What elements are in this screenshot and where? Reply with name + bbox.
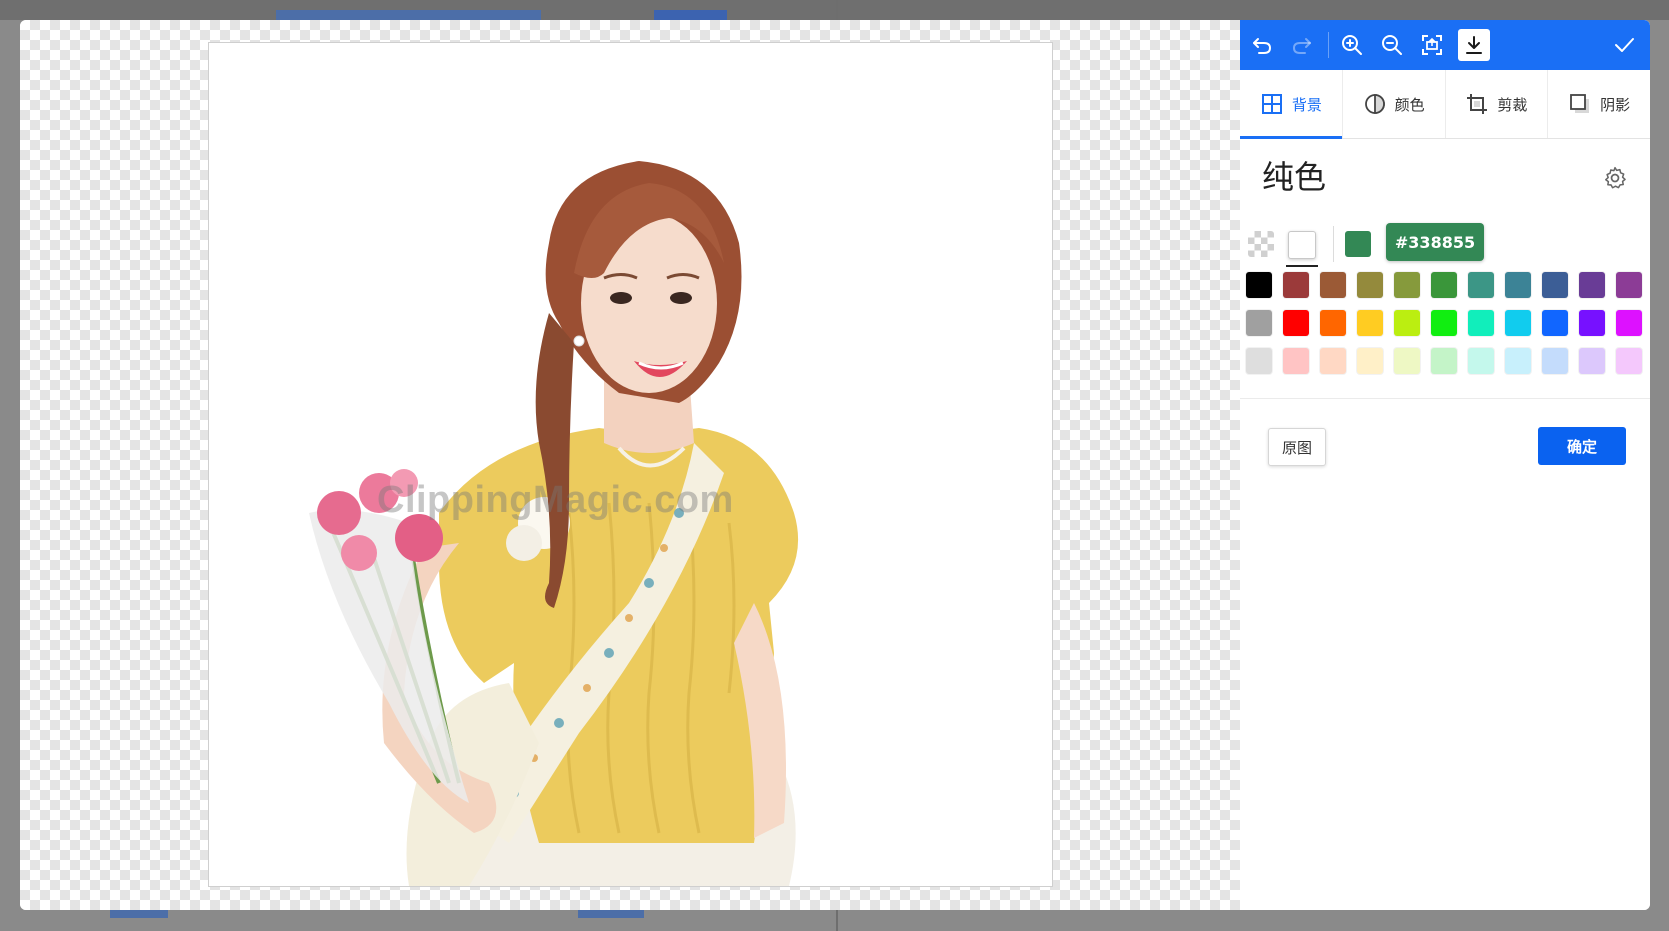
undo-icon (1253, 38, 1272, 54)
color-swatch[interactable] (1283, 272, 1309, 298)
confirm-button[interactable]: 确定 (1538, 427, 1626, 465)
color-swatch[interactable] (1283, 310, 1309, 336)
color-swatch[interactable] (1357, 310, 1383, 336)
panel-divider (1240, 398, 1650, 399)
color-swatch[interactable] (1431, 348, 1457, 374)
toolbar-separator (1328, 32, 1329, 58)
zoom-out-icon (1382, 35, 1402, 55)
zoom-in-button[interactable] (1336, 29, 1368, 61)
fit-to-screen-icon (1422, 35, 1442, 55)
selected-indicator (1286, 265, 1318, 267)
color-swatch[interactable] (1283, 348, 1309, 374)
color-swatch[interactable] (1246, 348, 1272, 374)
color-swatch[interactable] (1394, 310, 1420, 336)
color-swatch[interactable] (1431, 310, 1457, 336)
original-button[interactable]: 原图 (1268, 428, 1326, 466)
color-swatch[interactable] (1505, 272, 1531, 298)
background-topbar (0, 0, 1669, 20)
color-swatch[interactable] (1616, 348, 1642, 374)
editor-toolbar (1240, 20, 1650, 70)
color-swatch[interactable] (1505, 348, 1531, 374)
color-swatch[interactable] (1542, 348, 1568, 374)
download-icon (1466, 36, 1482, 54)
image-preview[interactable]: ClippingMagic.com (208, 42, 1053, 887)
color-swatch[interactable] (1579, 348, 1605, 374)
section-title: 纯色 (1262, 158, 1327, 196)
color-swatch[interactable] (1394, 348, 1420, 374)
watermark-text: ClippingMagic.com (377, 479, 734, 521)
crop-icon (1467, 94, 1488, 114)
color-swatch[interactable] (1505, 310, 1531, 336)
color-swatch[interactable] (1320, 348, 1346, 374)
gear-icon[interactable] (1602, 165, 1628, 191)
image-editor-modal: ClippingMagic.com 背景 颜色 剪裁 阴影 纯色 #338855… (20, 20, 1650, 910)
custom-color-swatch[interactable] (1345, 231, 1371, 257)
checkmark-icon (1615, 38, 1634, 52)
tab-color[interactable]: 颜色 (1343, 70, 1446, 138)
editor-tabs: 背景 颜色 剪裁 阴影 (1240, 70, 1650, 139)
tab-shadow[interactable]: 阴影 (1548, 70, 1650, 138)
color-swatch[interactable] (1320, 272, 1346, 298)
white-swatch[interactable] (1288, 231, 1316, 259)
tab-label: 剪裁 (1497, 95, 1528, 114)
tab-label: 背景 (1291, 95, 1322, 114)
color-swatch[interactable] (1246, 272, 1272, 298)
redo-button[interactable] (1286, 29, 1318, 61)
zoom-in-icon (1342, 35, 1362, 55)
color-swatch[interactable] (1431, 272, 1457, 298)
fit-to-screen-button[interactable] (1416, 29, 1448, 61)
shadow-icon (1570, 94, 1590, 113)
color-swatch[interactable] (1542, 310, 1568, 336)
color-swatch[interactable] (1579, 272, 1605, 298)
confirm-check-button[interactable] (1608, 29, 1640, 61)
color-swatch[interactable] (1357, 272, 1383, 298)
color-swatch[interactable] (1320, 310, 1346, 336)
color-swatch[interactable] (1246, 310, 1272, 336)
editor-side-panel: 背景 颜色 剪裁 阴影 纯色 #338855 原图 确定 (1240, 20, 1650, 910)
color-swatch[interactable] (1357, 348, 1383, 374)
download-button[interactable] (1458, 29, 1490, 61)
color-swatch[interactable] (1394, 272, 1420, 298)
color-swatch[interactable] (1579, 310, 1605, 336)
tab-label: 颜色 (1394, 95, 1425, 114)
color-swatch[interactable] (1616, 310, 1642, 336)
color-swatch[interactable] (1468, 272, 1494, 298)
color-palette (1246, 272, 1642, 374)
color-swatch[interactable] (1542, 272, 1568, 298)
undo-button[interactable] (1246, 29, 1278, 61)
color-swatch[interactable] (1468, 310, 1494, 336)
grid-icon (1261, 94, 1282, 114)
hex-color-chip[interactable]: #338855 (1386, 223, 1484, 261)
redo-icon (1292, 38, 1311, 54)
subject-illustration (309, 161, 799, 886)
contrast-icon (1364, 94, 1385, 114)
transparent-swatch[interactable] (1248, 231, 1274, 257)
transparent-canvas[interactable]: ClippingMagic.com (20, 20, 1240, 910)
color-swatch[interactable] (1616, 272, 1642, 298)
tab-crop[interactable]: 剪裁 (1446, 70, 1549, 138)
swatch-separator (1333, 226, 1334, 262)
zoom-out-button[interactable] (1376, 29, 1408, 61)
color-swatch[interactable] (1468, 348, 1494, 374)
tab-background[interactable]: 背景 (1240, 70, 1343, 139)
swatch-row-top: #338855 (1240, 222, 1650, 272)
tab-label: 阴影 (1600, 95, 1631, 114)
